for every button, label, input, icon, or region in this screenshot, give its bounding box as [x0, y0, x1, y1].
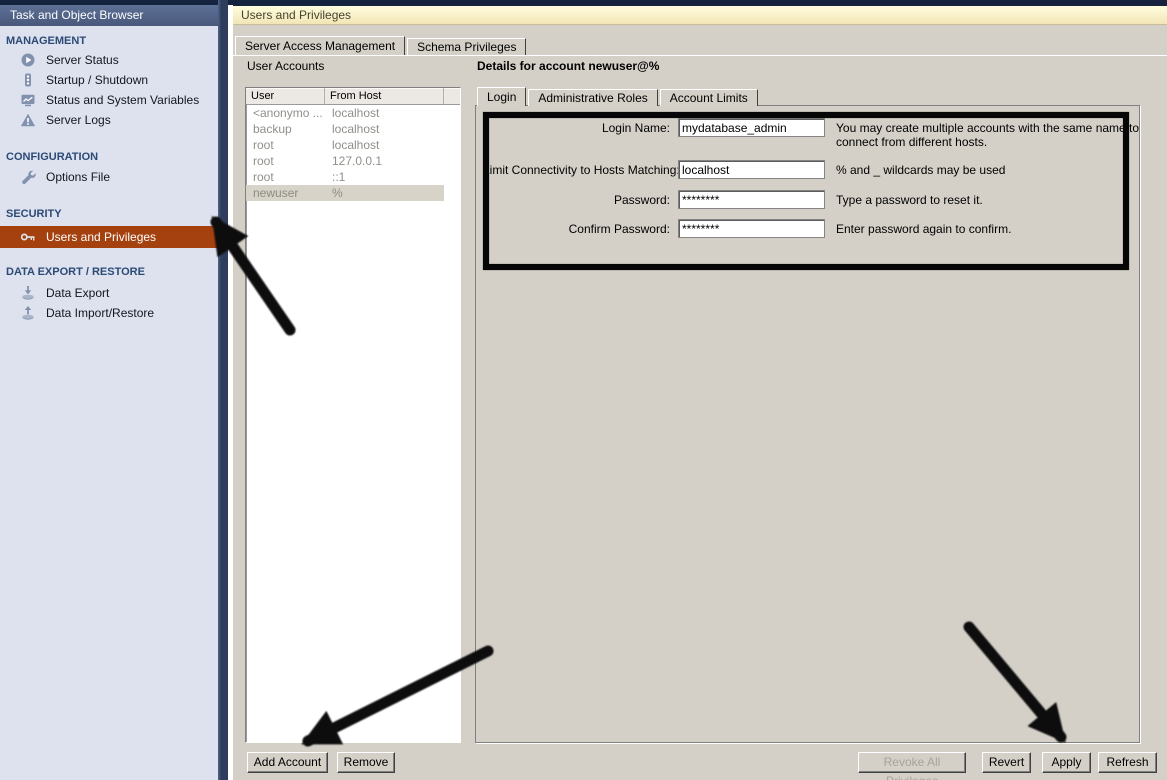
column-header-spacer	[444, 88, 460, 104]
status-variables-icon	[20, 92, 36, 108]
login-name-input[interactable]	[678, 118, 825, 137]
server-status-icon	[20, 52, 36, 68]
revoke-all-privileges-button[interactable]: Revoke All Privileges	[858, 752, 966, 773]
section-management: MANAGEMENT	[6, 35, 218, 48]
add-account-button[interactable]: Add Account	[247, 752, 328, 773]
options-file-icon	[20, 169, 36, 185]
sidebar-item-label: Users and Privileges	[46, 230, 156, 244]
cell-user: newuser	[246, 185, 325, 201]
cell-user: backup	[246, 121, 325, 137]
hosts-matching-hint: % and _ wildcards may be used	[836, 160, 1146, 177]
confirm-password-hint: Enter password again to confirm.	[836, 219, 1146, 236]
password-input[interactable]	[678, 190, 825, 209]
form-row-login-name: Login Name: You may create multiple acco…	[483, 118, 1146, 149]
refresh-button[interactable]: Refresh	[1098, 752, 1157, 773]
server-logs-icon	[20, 112, 36, 128]
cell-user: root	[246, 169, 325, 185]
section-data-export-restore: DATA EXPORT / RESTORE	[6, 266, 218, 279]
list-header: User From Host	[246, 88, 460, 105]
details-tab-strip: Login Administrative Roles Account Limit…	[477, 87, 760, 106]
data-import-icon	[20, 305, 36, 321]
section-configuration: CONFIGURATION	[6, 151, 218, 164]
top-tab-strip: Server Access Management Schema Privileg…	[235, 36, 528, 55]
user-accounts-label: User Accounts	[247, 59, 324, 73]
sidebar-item-options-file[interactable]: Options File	[0, 167, 218, 187]
password-hint: Type a password to reset it.	[836, 190, 1146, 207]
hosts-matching-input[interactable]	[678, 160, 825, 179]
sidebar-item-data-export[interactable]: Data Export	[0, 283, 218, 303]
page-title: Users and Privileges	[233, 6, 1167, 25]
cell-user: <anonymo ...	[246, 105, 325, 121]
window-top-strip	[0, 0, 1167, 5]
tab-login[interactable]: Login	[477, 87, 526, 106]
sidebar-item-label: Status and System Variables	[46, 93, 199, 107]
sidebar-item-startup-shutdown[interactable]: Startup / Shutdown	[0, 70, 218, 90]
user-accounts-list[interactable]: User From Host <anonymo ... localhost ba…	[245, 87, 461, 743]
form-row-hosts-matching: Limit Connectivity to Hosts Matching: % …	[483, 160, 1146, 179]
tab-schema-privileges[interactable]: Schema Privileges	[407, 38, 526, 55]
column-header-from-host[interactable]: From Host	[325, 88, 444, 104]
sidebar-item-status-system-variables[interactable]: Status and System Variables	[0, 90, 218, 110]
key-icon	[20, 229, 36, 245]
task-object-browser-sidebar: Task and Object Browser MANAGEMENT Serve…	[0, 0, 218, 780]
cell-host: 127.0.0.1	[325, 153, 444, 169]
cell-host: localhost	[325, 105, 444, 121]
sidebar-item-users-and-privileges[interactable]: Users and Privileges	[0, 226, 218, 248]
list-item[interactable]: backup localhost	[246, 121, 460, 137]
sidebar-item-label: Server Status	[46, 53, 119, 67]
confirm-password-input[interactable]	[678, 219, 825, 238]
revert-button[interactable]: Revert	[982, 752, 1031, 773]
admin-main-panel: Users and Privileges Server Access Manag…	[233, 0, 1167, 780]
sidebar-header: Task and Object Browser	[0, 5, 218, 26]
hosts-matching-label: Limit Connectivity to Hosts Matching:	[483, 160, 678, 177]
apply-button[interactable]: Apply	[1042, 752, 1091, 773]
form-row-password: Password: Type a password to reset it.	[483, 190, 1146, 209]
list-item[interactable]: <anonymo ... localhost	[246, 105, 460, 121]
list-item[interactable]: root 127.0.0.1	[246, 153, 460, 169]
password-label: Password:	[483, 190, 678, 207]
sidebar-item-label: Startup / Shutdown	[46, 73, 148, 87]
tab-account-limits[interactable]: Account Limits	[660, 89, 758, 106]
cell-host: localhost	[325, 121, 444, 137]
sidebar-item-label: Data Export	[46, 286, 109, 300]
sidebar-item-label: Server Logs	[46, 113, 111, 127]
section-security: SECURITY	[6, 208, 218, 221]
confirm-password-label: Confirm Password:	[483, 219, 678, 236]
panel-edge-highlight	[228, 0, 233, 780]
cell-user: root	[246, 137, 325, 153]
list-item-selected[interactable]: newuser %	[246, 185, 460, 201]
tab-server-access-management[interactable]: Server Access Management	[235, 36, 405, 55]
form-row-confirm-password: Confirm Password: Enter password again t…	[483, 219, 1146, 238]
sidebar-divider	[218, 0, 228, 780]
data-export-icon	[20, 285, 36, 301]
cell-host: localhost	[325, 137, 444, 153]
login-name-hint: You may create multiple accounts with th…	[836, 118, 1146, 149]
cell-user: root	[246, 153, 325, 169]
remove-button[interactable]: Remove	[337, 752, 395, 773]
column-header-user[interactable]: User	[246, 88, 325, 104]
cell-host: ::1	[325, 169, 444, 185]
tab-administrative-roles[interactable]: Administrative Roles	[528, 89, 657, 106]
startup-shutdown-icon	[20, 72, 36, 88]
list-item[interactable]: root ::1	[246, 169, 460, 185]
sidebar-item-server-logs[interactable]: Server Logs	[0, 110, 218, 130]
sidebar-item-server-status[interactable]: Server Status	[0, 50, 218, 70]
list-item[interactable]: root localhost	[246, 137, 460, 153]
users-privileges-window: Task and Object Browser MANAGEMENT Serve…	[0, 0, 1167, 780]
sidebar-item-data-import-restore[interactable]: Data Import/Restore	[0, 303, 218, 323]
details-title: Details for account newuser@%	[477, 59, 659, 73]
sidebar-item-label: Options File	[46, 170, 110, 184]
sidebar-item-label: Data Import/Restore	[46, 306, 154, 320]
login-name-label: Login Name:	[483, 118, 678, 135]
cell-host: %	[325, 185, 444, 201]
